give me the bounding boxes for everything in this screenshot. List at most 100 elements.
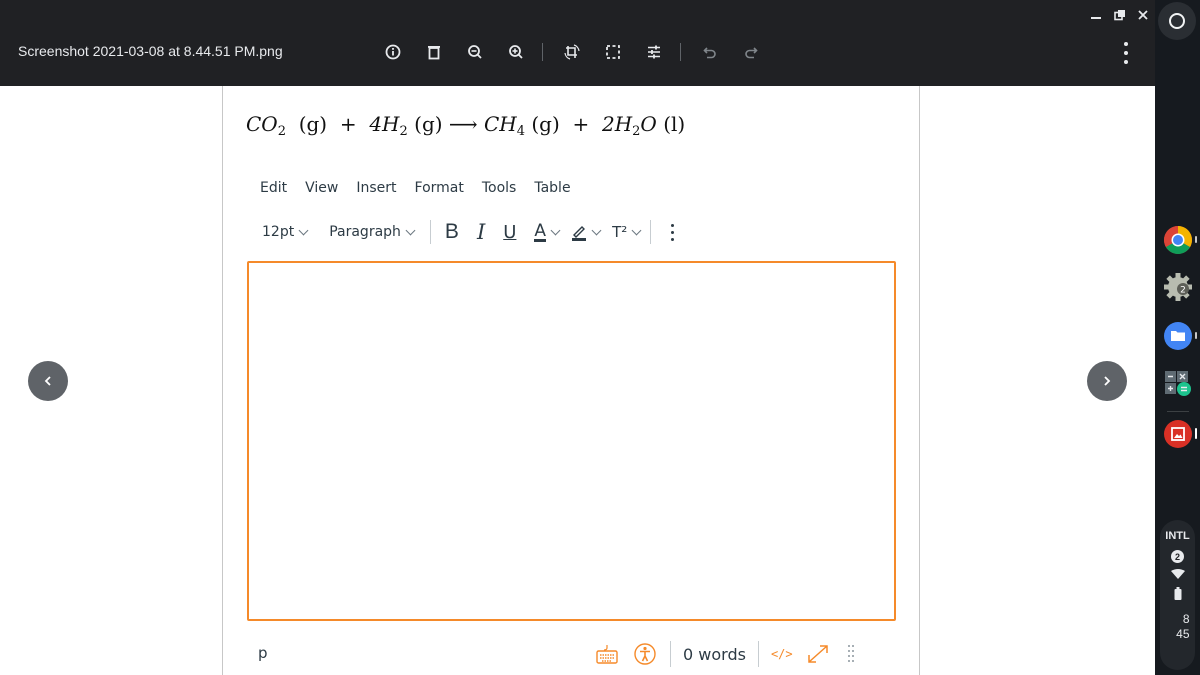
chevron-down-icon	[298, 225, 309, 235]
state-label: (g)	[414, 112, 443, 136]
html-editor-toggle: </>	[770, 647, 793, 661]
shelf-app-settings[interactable]: 2	[1163, 272, 1193, 302]
menu-tools: Tools	[481, 180, 517, 196]
chrome-icon	[1164, 226, 1192, 254]
toolbar-divider	[542, 43, 543, 61]
superscript-icon: T²	[612, 223, 628, 241]
shelf-app-gallery[interactable]	[1163, 419, 1197, 449]
word-count: 0 words	[683, 644, 746, 664]
keyboard-shortcuts-button	[596, 644, 618, 664]
minimize-button[interactable]	[1084, 4, 1108, 26]
info-button[interactable]	[380, 39, 406, 65]
format-toolbar: 12pt Paragraph B I U A T²	[262, 220, 692, 244]
product-h2o: 2H	[601, 112, 633, 136]
gear-icon: 2	[1164, 273, 1192, 301]
zoom-in-button[interactable]	[503, 39, 529, 65]
zoom-out-button[interactable]	[462, 39, 488, 65]
calculator-icon	[1165, 371, 1191, 396]
dot	[671, 230, 675, 234]
next-image-button[interactable]	[1087, 361, 1127, 401]
file-title: Screenshot 2021-03-08 at 8.44.51 PM.png	[18, 43, 283, 59]
undo-button[interactable]	[697, 39, 723, 65]
highlighter-icon	[572, 226, 587, 241]
oxygen: O	[640, 112, 657, 136]
italic-button: I	[476, 220, 486, 244]
notification-count-badge: 2	[1171, 550, 1184, 563]
adjust-icon	[648, 45, 660, 59]
dot	[671, 237, 675, 241]
gallery-topbar: Screenshot 2021-03-08 at 8.44.51 PM.png	[0, 0, 1155, 86]
running-indicator	[1195, 332, 1197, 339]
close-icon	[1138, 10, 1148, 20]
toolbar-divider	[680, 43, 681, 61]
wifi-icon	[1170, 569, 1185, 579]
screen: Screenshot 2021-03-08 at 8.44.51 PM.png	[0, 0, 1200, 675]
ime-indicator: INTL	[1165, 530, 1190, 542]
restore-button[interactable]	[1108, 4, 1132, 26]
accessibility-icon	[634, 643, 656, 665]
close-button[interactable]	[1131, 4, 1155, 26]
rotate-icon	[564, 44, 580, 60]
settings-badge: 2	[1180, 286, 1186, 296]
toolbar-divider	[429, 220, 431, 244]
shelf-app-chrome[interactable]	[1163, 225, 1197, 255]
state-label: (g)	[531, 112, 560, 136]
delete-icon	[428, 46, 440, 60]
text-color-button: A	[534, 222, 561, 242]
menu-format: Format	[414, 180, 464, 196]
redo-button[interactable]	[738, 39, 764, 65]
drag-handle-icon	[847, 645, 854, 662]
editor-statusbar: p 0 words </>	[258, 640, 898, 668]
delete-button[interactable]	[421, 39, 447, 65]
zoom-in-icon	[509, 45, 523, 59]
plus-sign: +	[572, 112, 590, 136]
gallery-icon	[1164, 420, 1192, 448]
block-format-value: Paragraph	[329, 224, 401, 240]
subscript: 4	[516, 124, 525, 139]
adjust-button[interactable]	[641, 39, 667, 65]
bold-button: B	[444, 220, 459, 243]
menu-view: View	[305, 180, 339, 196]
previous-image-button[interactable]	[28, 361, 68, 401]
shelf: 2 INTL 2 8 45	[1155, 0, 1200, 675]
restore-icon	[1113, 10, 1125, 21]
chevron-right-icon	[1104, 376, 1111, 386]
rotate-button[interactable]	[559, 39, 585, 65]
crop-button[interactable]	[600, 39, 626, 65]
status-tray[interactable]: INTL 2 8 45	[1160, 520, 1195, 670]
toolbar-divider	[650, 220, 652, 244]
more-options-button[interactable]	[1121, 42, 1131, 64]
resize-handle	[847, 643, 855, 665]
keyboard-icon	[596, 645, 618, 664]
clock: 8 45	[1166, 612, 1190, 642]
menu-insert: Insert	[356, 180, 397, 196]
battery-icon	[1174, 587, 1181, 600]
plus-sign: +	[339, 112, 357, 136]
files-icon	[1164, 322, 1192, 350]
statusbar-divider	[757, 641, 759, 667]
state-label: (l)	[663, 112, 686, 136]
fullscreen-button	[807, 644, 829, 664]
menu-table: Table	[534, 180, 571, 196]
expand-icon	[807, 645, 828, 663]
clock-minute: 45	[1176, 627, 1190, 641]
running-indicator	[1195, 428, 1197, 439]
chevron-down-icon	[405, 225, 416, 235]
crop-icon	[606, 45, 620, 59]
undo-icon	[703, 47, 716, 59]
launcher-button[interactable]	[1158, 2, 1196, 40]
more-formatting-button	[671, 223, 675, 241]
state-label: (g)	[298, 112, 328, 136]
info-icon	[385, 44, 401, 60]
shelf-app-files[interactable]	[1163, 321, 1197, 351]
editor-menubar: Edit View Insert Format Tools Table	[260, 180, 589, 196]
element-path: p	[258, 644, 268, 662]
shelf-app-calculator[interactable]	[1163, 368, 1193, 398]
product-ch4: CH	[483, 112, 517, 136]
highlight-color-button	[571, 223, 602, 241]
kebab-dot	[1124, 42, 1128, 46]
kebab-dot	[1124, 60, 1128, 64]
launcher-icon	[1169, 13, 1185, 29]
reaction-arrow: ⟶	[448, 112, 478, 136]
window-controls	[1084, 4, 1155, 26]
